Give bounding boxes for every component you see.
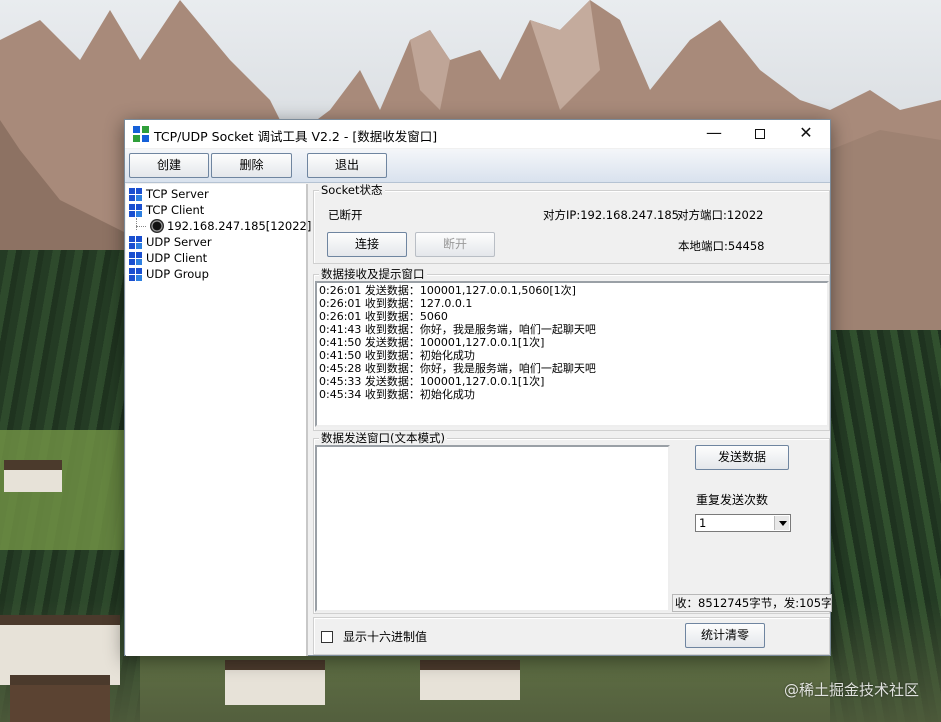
house — [420, 660, 520, 700]
close-button[interactable]: ✕ — [783, 120, 829, 148]
close-icon: ✕ — [799, 123, 813, 142]
log-line: 0:26:01 收到数据：5060 — [319, 310, 448, 323]
tree-item-label: 192.168.247.185[12022] — [167, 219, 312, 233]
hex-display-label: 显示十六进制值 — [343, 630, 428, 644]
tree-connector — [136, 226, 146, 227]
log-line: 0:45:34 收到数据：初始化成功 — [319, 388, 475, 401]
app-window: TCP/UDP Socket 调试工具 V2.2 - [数据收发窗口] — ✕ … — [124, 119, 832, 656]
log-line: 0:41:43 收到数据：你好，我是服务端，咱们一起聊天吧 — [319, 323, 596, 336]
tree-item-label: UDP Server — [146, 235, 212, 249]
tree-connector — [136, 218, 137, 230]
connect-button[interactable]: 连接 — [327, 232, 407, 257]
hex-display-checkbox[interactable] — [321, 631, 333, 643]
tree-item-label: TCP Client — [146, 203, 205, 217]
log-line: 0:26:01 发送数据：100001,127.0.0.1,5060[1次] — [319, 284, 576, 297]
watermark: @稀土掘金技术社区 — [783, 681, 919, 699]
tree-item-label: UDP Group — [146, 267, 209, 281]
tcp-server-icon — [129, 188, 142, 201]
udp-client-icon — [129, 252, 142, 265]
barn — [10, 675, 110, 722]
window-title: TCP/UDP Socket 调试工具 V2.2 - [数据收发窗口] — [154, 129, 438, 144]
connection-state: 已断开 — [328, 208, 363, 222]
minimize-button[interactable]: — — [691, 120, 737, 148]
remote-ip: 对方IP:192.168.247.185 — [543, 208, 679, 222]
remote-port: 对方端口:12022 — [677, 208, 764, 222]
tcp-client-icon — [129, 204, 142, 217]
udp-group-icon — [129, 268, 142, 281]
group-title: Socket状态 — [319, 183, 385, 197]
maximize-icon — [755, 129, 765, 139]
udp-server-icon — [129, 236, 142, 249]
repeat-count-label: 重复发送次数 — [696, 493, 769, 507]
tree-item-label: TCP Server — [146, 187, 209, 201]
exit-button[interactable]: 退出 — [307, 153, 387, 178]
log-line: 0:41:50 发送数据：100001,127.0.0.1[1次] — [319, 336, 545, 349]
house — [225, 660, 325, 705]
delete-button[interactable]: 删除 — [211, 153, 292, 178]
log-line: 0:41:50 收到数据：初始化成功 — [319, 349, 475, 362]
traffic-statistics: 收：8512745字节，发:105字 — [672, 594, 832, 612]
chevron-down-icon[interactable] — [774, 516, 789, 530]
title-bar[interactable]: TCP/UDP Socket 调试工具 V2.2 - [数据收发窗口] — ✕ — [125, 120, 830, 148]
app-icon — [133, 126, 149, 142]
maximize-button[interactable] — [737, 120, 783, 148]
house — [4, 460, 62, 492]
connection-tree[interactable]: TCP Server TCP Client 192.168.247.185[12… — [126, 184, 312, 656]
disconnect-button[interactable]: 断开 — [415, 232, 495, 257]
log-line: 0:45:33 发送数据：100001,127.0.0.1[1次] — [319, 375, 545, 388]
send-textarea[interactable] — [315, 445, 670, 612]
log-line: 0:26:01 收到数据：127.0.0.1 — [319, 297, 473, 310]
create-button[interactable]: 创建 — [129, 153, 209, 178]
group-title: 数据接收及提示窗口 — [319, 267, 427, 281]
repeat-count-select[interactable]: 1 — [695, 514, 791, 532]
clear-statistics-button[interactable]: 统计清零 — [685, 623, 765, 648]
minimize-icon: — — [706, 123, 722, 142]
connection-status-icon — [150, 219, 164, 233]
receive-log[interactable]: 0:26:01 发送数据：100001,127.0.0.1,5060[1次] 0… — [315, 281, 829, 427]
log-line: 0:45:28 收到数据：你好，我是服务端，咱们一起聊天吧 — [319, 362, 596, 375]
tree-item-label: UDP Client — [146, 251, 208, 265]
local-port: 本地端口:54458 — [678, 239, 765, 253]
toolbar: 创建 删除 退出 — [125, 149, 830, 183]
group-title: 数据发送窗口(文本模式) — [319, 431, 447, 445]
repeat-count-value: 1 — [699, 516, 707, 530]
send-data-button[interactable]: 发送数据 — [695, 445, 789, 470]
